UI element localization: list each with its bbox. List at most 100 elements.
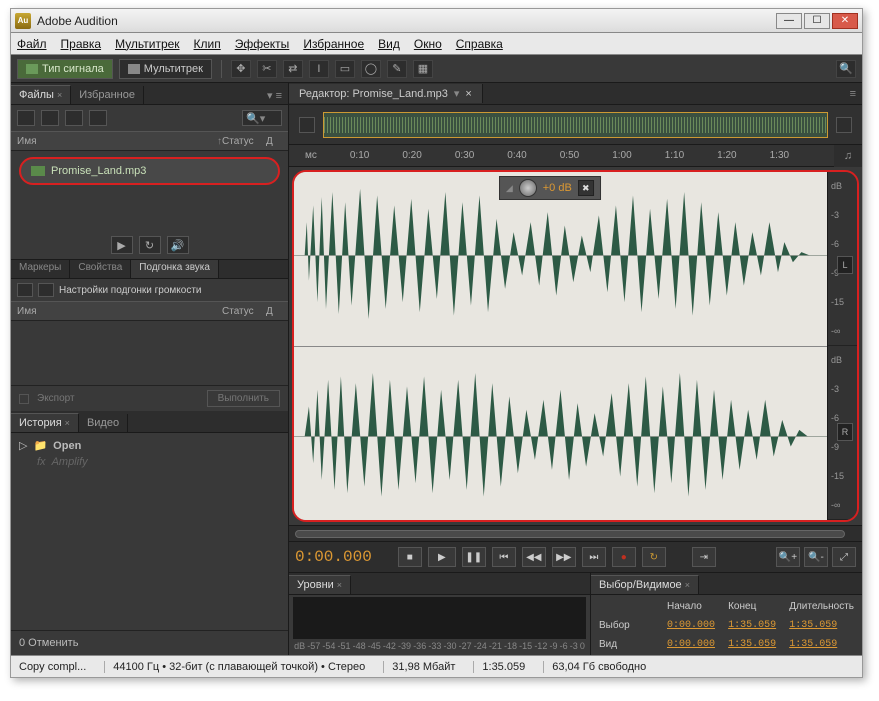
close-icon[interactable]: × [57, 90, 62, 100]
multitrack-mode-button[interactable]: Мультитрек [119, 59, 212, 79]
run-button[interactable]: Выполнить [207, 390, 280, 407]
sel-end[interactable]: 1:35.059 [728, 620, 781, 631]
history-item-open[interactable]: ▷📁Open [19, 437, 280, 454]
level-meter [293, 597, 586, 639]
tab-selection-view[interactable]: Выбор/Видимое× [591, 575, 699, 594]
overview-waveform[interactable] [323, 112, 828, 138]
channel-r-badge[interactable]: R [837, 423, 853, 441]
status-bar: Copy compl... 44100 Гц • 32-бит (с плава… [11, 655, 862, 677]
add-icon[interactable] [17, 283, 33, 297]
menu-window[interactable]: Окно [414, 37, 442, 51]
history-item-amplify[interactable]: fxAmplify [19, 454, 280, 470]
menu-help[interactable]: Справка [456, 37, 503, 51]
titlebar[interactable]: Au Adobe Audition — ☐ ✕ [11, 9, 862, 33]
preview-play-button[interactable]: ▶ [111, 236, 133, 254]
forward-button[interactable]: ▶▶ [552, 547, 576, 567]
minimize-button[interactable]: — [776, 13, 802, 29]
search-input[interactable]: 🔍▾ [242, 110, 282, 126]
menu-favorites[interactable]: Избранное [303, 37, 364, 51]
main-window: Au Adobe Audition — ☐ ✕ Файл Правка Муль… [10, 8, 863, 678]
preview-autoplay-button[interactable]: 🔊 [167, 236, 189, 254]
new-file-icon[interactable] [41, 110, 59, 126]
tool-heal-icon[interactable]: ▦ [413, 60, 433, 78]
tab-markers[interactable]: Маркеры [11, 260, 70, 278]
horizontal-scrollbar[interactable] [289, 525, 862, 541]
menu-clip[interactable]: Клип [194, 37, 221, 51]
file-item[interactable]: Promise_Land.mp3 [19, 157, 280, 185]
go-end-button[interactable]: ⏭ [582, 547, 606, 567]
menu-view[interactable]: Вид [378, 37, 400, 51]
loudness-column-header[interactable]: Имя Статус Д [11, 301, 288, 321]
loop-button[interactable]: ↻ [642, 547, 666, 567]
sel-start[interactable]: 0:00.000 [667, 620, 720, 631]
import-icon[interactable] [65, 110, 83, 126]
tool-marquee-icon[interactable]: ▭ [335, 60, 355, 78]
tab-video[interactable]: Видео [79, 414, 128, 432]
zoom-out-icon[interactable]: 🔍- [804, 547, 828, 567]
tab-history[interactable]: История× [11, 413, 79, 432]
files-toolbar: 🔍▾ [11, 105, 288, 131]
skip-selection-button[interactable]: ⇥ [692, 547, 716, 567]
tool-cut-icon[interactable]: ✂ [257, 60, 277, 78]
close-button[interactable]: ✕ [832, 13, 858, 29]
zoom-fit-icon[interactable]: ⤢ [832, 547, 856, 567]
tab-levels[interactable]: Уровни× [289, 575, 351, 594]
tool-time-select-icon[interactable]: I [309, 60, 329, 78]
timecode[interactable]: 0:00.000 [295, 548, 372, 566]
overview-settings-icon[interactable] [836, 117, 852, 133]
app-logo-icon: Au [15, 13, 31, 29]
tab-match-loudness[interactable]: Подгонка звука [131, 260, 219, 278]
go-start-button[interactable]: ⏮ [492, 547, 516, 567]
rewind-button[interactable]: ◀◀ [522, 547, 546, 567]
view-end[interactable]: 1:35.059 [728, 639, 781, 650]
time-ruler[interactable]: мс 0:100:200:300:400:501:001:101:201:30 [289, 145, 834, 167]
channel-l-badge[interactable]: L [837, 256, 853, 274]
gain-knob[interactable] [519, 179, 537, 197]
loudness-settings-row: Настройки подгонки громкости [11, 279, 288, 301]
record-button[interactable]: ● [612, 547, 636, 567]
waveform-editor[interactable]: ◢ +0 dB ✖ dB-3-6-9-15-∞ dB-3-6-9-15-∞ L … [292, 170, 859, 522]
waveform-icon [26, 64, 38, 74]
play-button[interactable]: ▶ [428, 547, 456, 567]
panel-menu-icon[interactable]: ≡ [844, 88, 862, 100]
tool-slip-icon[interactable]: ⇄ [283, 60, 303, 78]
export-checkbox[interactable] [19, 394, 29, 404]
pin-icon[interactable]: ✖ [578, 180, 594, 196]
record-icon[interactable] [89, 110, 107, 126]
panel-menu-icon[interactable]: ▾ ≡ [261, 87, 288, 104]
levels-panel: Уровни× dB-57-54-51-48-45-42-39-36-33-30… [289, 573, 591, 655]
overview-tool-icon[interactable] [299, 117, 315, 133]
menu-effects[interactable]: Эффекты [235, 37, 290, 51]
sel-dur[interactable]: 1:35.059 [789, 620, 854, 631]
editor-tab[interactable]: Редактор: Promise_Land.mp3▾× [289, 84, 483, 103]
tool-move-icon[interactable]: ✥ [231, 60, 251, 78]
waveform-right-channel [294, 353, 827, 520]
amplitude-scale: dB-3-6-9-15-∞ dB-3-6-9-15-∞ L R [827, 172, 857, 520]
tab-properties[interactable]: Свойства [70, 260, 131, 278]
menu-multitrack[interactable]: Мультитрек [115, 37, 179, 51]
maximize-button[interactable]: ☐ [804, 13, 830, 29]
tab-favorites[interactable]: Избранное [71, 86, 144, 104]
zoom-in-icon[interactable]: 🔍+ [776, 547, 800, 567]
right-column: Редактор: Promise_Land.mp3▾× ≡ мс 0:100:… [289, 83, 862, 655]
search-icon[interactable]: 🔍 [836, 60, 856, 78]
waveform-mode-button[interactable]: Тип сигнала [17, 59, 113, 79]
gain-value: +0 dB [543, 182, 572, 194]
stop-button[interactable]: ■ [398, 547, 422, 567]
gain-hud[interactable]: ◢ +0 dB ✖ [499, 176, 601, 200]
preview-loop-button[interactable]: ↻ [139, 236, 161, 254]
menu-edit[interactable]: Правка [61, 37, 102, 51]
menu-file[interactable]: Файл [17, 37, 47, 51]
headphone-icon[interactable]: ♫ [834, 145, 862, 167]
scan-icon[interactable] [38, 283, 54, 297]
pause-button[interactable]: ❚❚ [462, 547, 486, 567]
files-column-header[interactable]: Имя↑ Статус Д [11, 131, 288, 151]
status-operation: Copy compl... [19, 661, 86, 673]
open-file-icon[interactable] [17, 110, 35, 126]
left-column: Файлы× Избранное ▾ ≡ 🔍▾ Имя↑ Статус Д Pr… [11, 83, 289, 655]
tool-brush-icon[interactable]: ✎ [387, 60, 407, 78]
tool-lasso-icon[interactable]: ◯ [361, 60, 381, 78]
tab-files[interactable]: Файлы× [11, 85, 71, 104]
view-start[interactable]: 0:00.000 [667, 639, 720, 650]
view-dur[interactable]: 1:35.059 [789, 639, 854, 650]
